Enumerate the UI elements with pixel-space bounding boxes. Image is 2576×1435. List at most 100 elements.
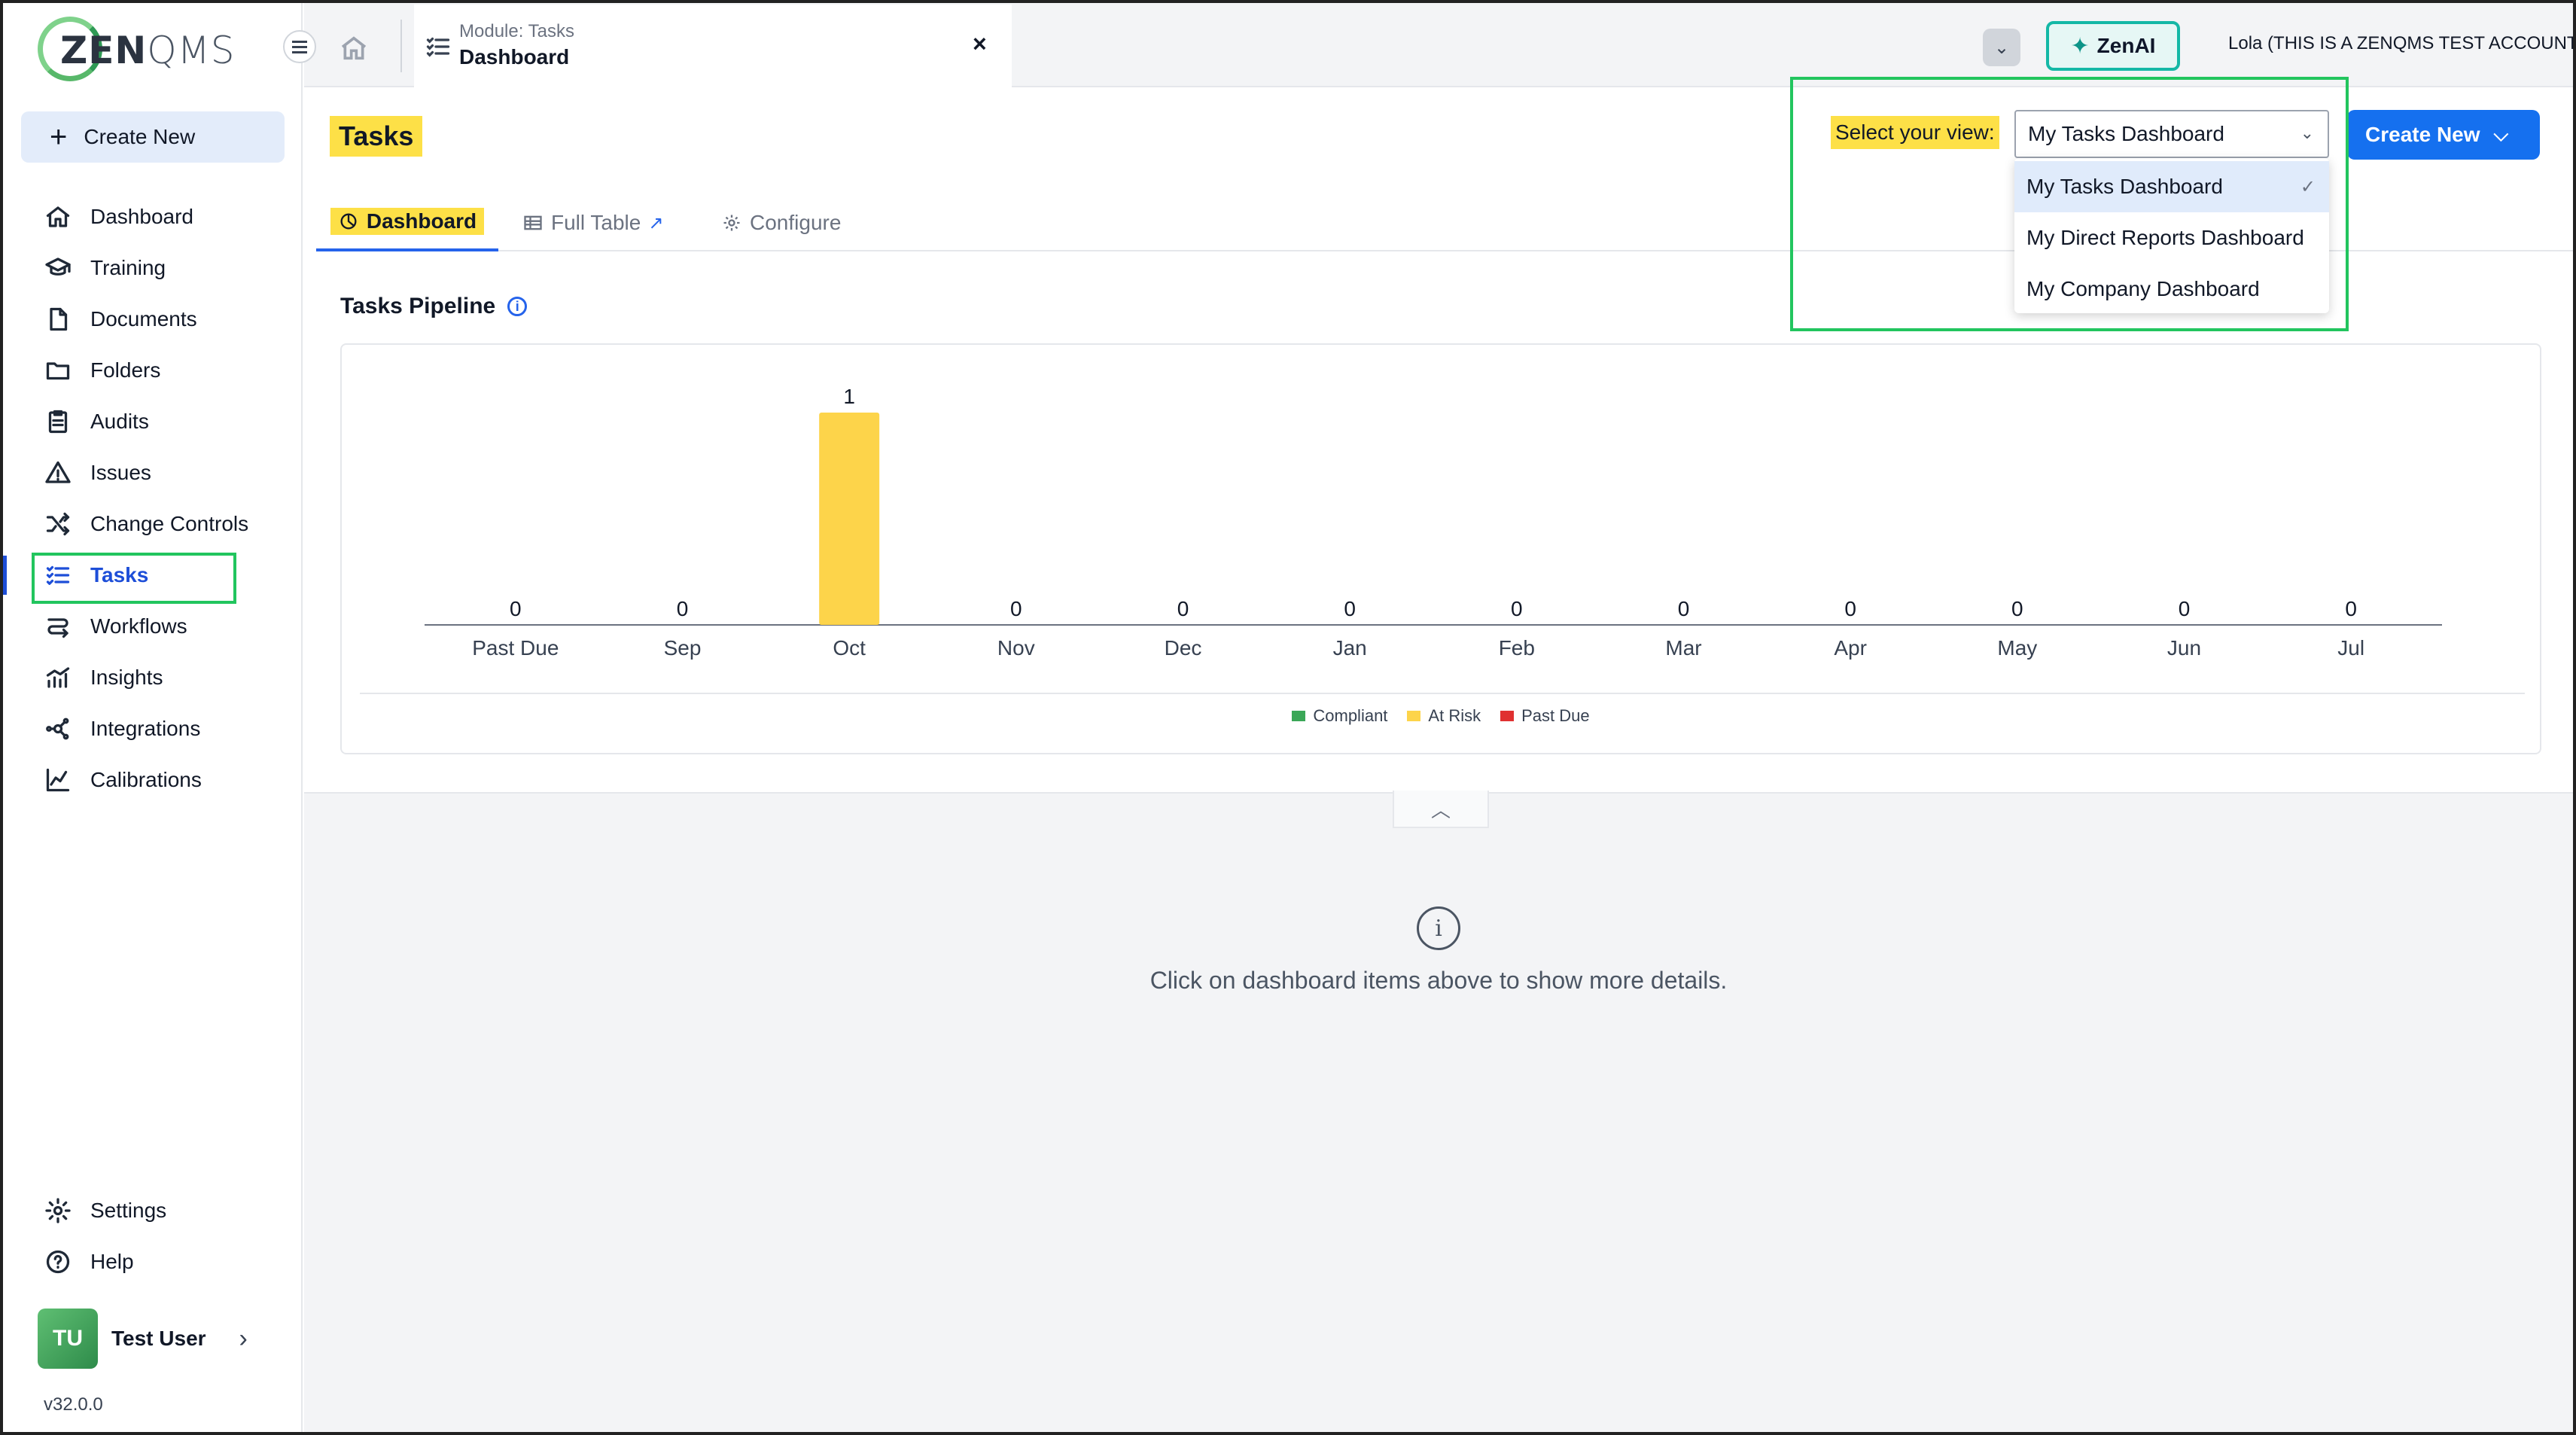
sidebar-item-label: Change Controls (90, 512, 249, 535)
tab-full-table[interactable]: Full Table ↗ (522, 194, 663, 251)
sidebar-item-issues[interactable]: Issues (3, 447, 303, 498)
check-icon: ✓ (2300, 176, 2316, 197)
sidebar-item-dashboard[interactable]: Dashboard (3, 191, 303, 242)
legend-swatch (1500, 711, 1515, 721)
chevron-down-icon: ⌄ (2300, 123, 2314, 142)
sidebar-create-new-button[interactable]: + Create New (21, 111, 285, 163)
info-icon[interactable]: i (507, 297, 528, 316)
page-title: Tasks (330, 116, 423, 157)
view-option-direct-reports[interactable]: My Direct Reports Dashboard (2014, 212, 2329, 264)
empty-state: i Click on dashboard items above to show… (304, 906, 2573, 995)
x-tick-label: Nov (997, 636, 1035, 660)
sidebar-item-workflows[interactable]: Workflows (3, 601, 303, 652)
bar-value-label: 0 (510, 597, 522, 620)
tasks-pipeline-chart: 0 Past Due 0 Sep 1 Oct 0 Nov 0 Dec 0 Jan 0 Feb 0 Mar 0 Ap… (340, 343, 2541, 754)
sidebar-item-integrations[interactable]: Integrations (3, 703, 303, 754)
bar-value-label: 0 (2179, 597, 2191, 620)
gear-icon (723, 215, 740, 231)
folder-icon (44, 356, 72, 385)
external-link-icon: ↗ (648, 212, 664, 233)
sidebar-item-label: Help (90, 1250, 134, 1273)
chevron-right-icon: › (239, 1324, 248, 1353)
home-tab[interactable] (331, 26, 376, 71)
zenqms-logo[interactable]: ZENQMS (38, 14, 234, 83)
sidebar-item-label: Settings (90, 1199, 167, 1222)
module-tab[interactable]: Module: Tasks Dashboard × (414, 5, 1012, 87)
tab-full-table-label: Full Table (551, 211, 641, 234)
tasks-pipeline-title-text: Tasks Pipeline (340, 294, 496, 318)
collapse-panel-button[interactable]: ︿ (1393, 791, 1489, 828)
integrations-icon (44, 714, 72, 743)
sidebar-item-label: Dashboard (90, 205, 193, 228)
chevron-down-button[interactable]: ⌄ (1983, 29, 2020, 66)
insights-icon (44, 663, 72, 692)
home-icon (44, 203, 72, 231)
app-version: v32.0.0 (44, 1394, 103, 1415)
x-tick-label: Dec (1165, 636, 1202, 660)
legend-item[interactable]: Compliant (1292, 706, 1387, 726)
sidebar-item-training[interactable]: Training (3, 242, 303, 294)
zenai-button[interactable]: ✦ ZenAI (2046, 21, 2180, 71)
create-new-label: Create New (2365, 123, 2480, 146)
sidebar-item-insights[interactable]: Insights (3, 652, 303, 703)
create-new-button[interactable]: Create New ⌵ (2347, 110, 2540, 160)
legend-item[interactable]: Past Due (1500, 706, 1590, 726)
view-option-company[interactable]: My Company Dashboard (2014, 264, 2329, 315)
x-tick-label: Past Due (472, 636, 559, 660)
close-icon[interactable]: × (973, 30, 987, 58)
logo-text-bold: ZEN (60, 29, 148, 72)
chevron-down-icon: ⌵ (2493, 123, 2509, 145)
bar-chart: 0 Past Due 0 Sep 1 Oct 0 Nov 0 Dec 0 Jan 0 Feb 0 Mar 0 Ap… (425, 385, 2442, 660)
gear-icon (44, 1196, 72, 1225)
details-panel: ︿ i Click on dashboard items above to sh… (304, 791, 2573, 1432)
tab-divider (400, 20, 402, 72)
x-tick-label: Sep (664, 636, 702, 660)
empty-state-message: Click on dashboard items above to show m… (1149, 967, 1728, 994)
table-icon (524, 215, 542, 230)
plus-icon: + (50, 120, 68, 154)
sidebar-item-settings[interactable]: Settings (3, 1185, 303, 1236)
chart-bar[interactable] (819, 413, 880, 625)
hamburger-icon (292, 45, 307, 48)
tab-dashboard-label: Dashboard (366, 209, 477, 233)
bar-value-label: 0 (2011, 597, 2023, 620)
sidebar-item-documents[interactable]: Documents (3, 294, 303, 345)
legend-item[interactable]: At Risk (1407, 706, 1481, 726)
view-select-label: Select your view: (1831, 116, 1999, 149)
tab-dashboard[interactable]: Dashboard (316, 194, 498, 251)
menu-toggle-button[interactable] (283, 30, 316, 63)
zenai-label: ZenAI (2096, 34, 2156, 57)
bar-value-label: 0 (1511, 597, 1523, 620)
account-name[interactable]: Lola (THIS IS A ZENQMS TEST ACCOUNT) (2228, 33, 2576, 54)
legend-label: Compliant (1313, 706, 1388, 725)
tab-configure[interactable]: Configure (721, 194, 841, 251)
user-name: Test User (111, 1327, 206, 1350)
view-select[interactable]: My Tasks Dashboard ⌄ (2014, 110, 2329, 158)
view-select-value: My Tasks Dashboard (2028, 122, 2224, 145)
info-circle-icon: i (1417, 906, 1460, 950)
sidebar-nav: Dashboard Training Documents Folders Aud… (3, 191, 303, 806)
shuffle-icon (44, 510, 72, 538)
sidebar: ZENQMS + Create New Dashboard Training D… (3, 3, 303, 1432)
sidebar-item-calibrations[interactable]: Calibrations (3, 754, 303, 806)
home-icon (341, 36, 367, 60)
sidebar-item-label: Documents (90, 307, 197, 331)
sidebar-item-label: Audits (90, 410, 149, 433)
user-menu[interactable]: TU Test User › (38, 1309, 248, 1369)
legend-label: At Risk (1428, 706, 1481, 725)
view-option-my-tasks[interactable]: My Tasks Dashboard ✓ (2014, 161, 2329, 212)
sidebar-item-label: Insights (90, 666, 163, 689)
sidebar-item-audits[interactable]: Audits (3, 396, 303, 447)
sidebar-item-help[interactable]: Help (3, 1236, 303, 1287)
calibration-chart-icon (44, 766, 72, 794)
module-tab-title: Dashboard (459, 45, 570, 69)
bar-value-label: 0 (1678, 597, 1690, 620)
view-option-label: My Tasks Dashboard (2026, 175, 2223, 198)
sidebar-item-label: Workflows (90, 614, 187, 638)
chevron-up-icon: ︿ (1430, 798, 1451, 821)
sidebar-item-tasks[interactable]: Tasks (3, 550, 303, 604)
sidebar-item-change-controls[interactable]: Change Controls (3, 498, 303, 550)
sidebar-item-label: Calibrations (90, 768, 202, 791)
sidebar-item-folders[interactable]: Folders (3, 345, 303, 396)
top-bar: Module: Tasks Dashboard × ⌄ ✦ ZenAI Lola… (304, 3, 2576, 87)
